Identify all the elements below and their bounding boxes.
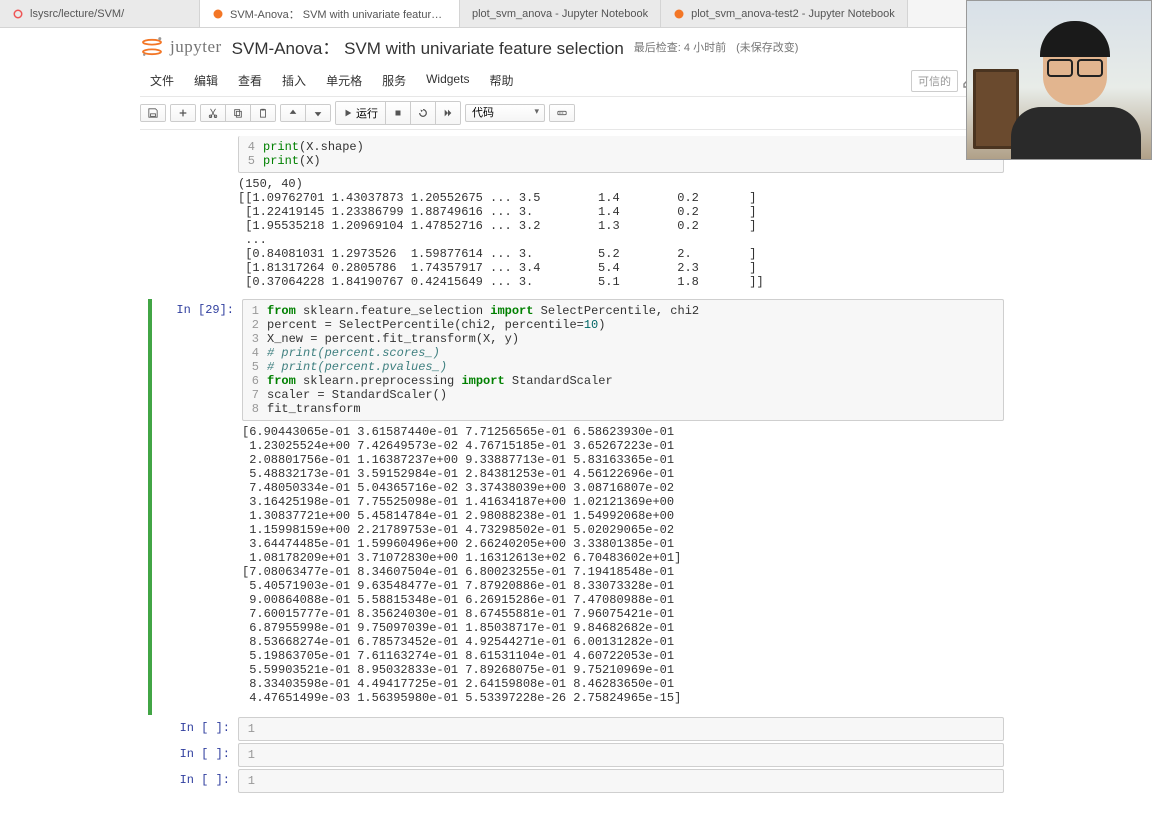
output-prompt [152, 421, 242, 713]
code-editor[interactable]: 1 [238, 743, 1004, 767]
autosave-status: (未保存改变) [736, 39, 798, 55]
menu-item[interactable]: Widgets [416, 67, 479, 94]
restart-button[interactable] [411, 102, 436, 124]
jupyter-tab-icon [212, 8, 224, 20]
jupyter-icon [140, 35, 164, 59]
cell-output: (150, 40) [[1.09762701 1.43037873 1.2055… [238, 173, 1004, 297]
cut-button[interactable] [201, 105, 226, 121]
notebook-container: 4 5 print(X.shape) print(X) (150, 40) [[… [140, 130, 1012, 835]
cell-output: [6.90443065e-01 3.61587440e-01 7.7125656… [242, 421, 1004, 713]
cell-type-select[interactable]: 代码 [465, 104, 545, 122]
add-cell-button[interactable] [171, 105, 195, 121]
tab-label: lsysrc/lecture/SVM/ [30, 8, 187, 20]
menu-list: 文件编辑查看插入单元格服务Widgets帮助 [140, 65, 523, 96]
input-prompt: In [ ]: [148, 743, 238, 767]
move-up-button[interactable] [281, 105, 306, 121]
tab-label: SVM-Anova： SVM with univariate feature s… [230, 6, 447, 22]
toolbar: 运行 代码 [140, 97, 1012, 130]
trusted-indicator[interactable]: 可信的 [911, 70, 958, 92]
move-down-button[interactable] [306, 105, 330, 121]
code-cell[interactable]: In [ ]:1 [148, 769, 1004, 793]
save-button[interactable] [141, 105, 165, 121]
circle-tab-icon [12, 8, 24, 20]
code-cell[interactable]: In [29]:1 2 3 4 5 6 7 8 from sklearn.fea… [148, 299, 1004, 715]
menu-item[interactable]: 查看 [228, 67, 272, 94]
input-prompt: In [29]: [152, 299, 242, 421]
jupyter-tab-icon [673, 8, 685, 20]
browser-tab[interactable]: plot_svm_anova-test2 - Jupyter Notebook [661, 0, 908, 27]
menu-item[interactable]: 单元格 [316, 67, 372, 94]
input-prompt: In [ ]: [148, 769, 238, 793]
menu-item[interactable]: 文件 [140, 67, 184, 94]
tab-label: plot_svm_anova - Jupyter Notebook [472, 8, 648, 20]
notebook-header: jupyter SVM-Anova： SVM with univariate f… [140, 28, 1012, 65]
interrupt-button[interactable] [386, 102, 411, 124]
input-prompt: In [ ]: [148, 717, 238, 741]
menu-bar: 文件编辑查看插入单元格服务Widgets帮助 可信的 Pyth [140, 65, 1012, 97]
checkpoint-status: 最后检查: 4 小时前 [634, 39, 726, 55]
output-prompt [148, 173, 238, 297]
run-button[interactable]: 运行 [336, 102, 386, 124]
jupyter-logo[interactable]: jupyter [140, 35, 222, 59]
menu-item[interactable]: 服务 [372, 67, 416, 94]
menu-item[interactable]: 帮助 [479, 67, 523, 94]
code-cell[interactable]: In [ ]:1 [148, 717, 1004, 741]
browser-tab[interactable]: lsysrc/lecture/SVM/ [0, 0, 200, 27]
paste-button[interactable] [251, 105, 275, 121]
webcam-overlay [966, 0, 1152, 160]
code-editor[interactable]: 1 [238, 717, 1004, 741]
menu-item[interactable]: 插入 [272, 67, 316, 94]
copy-button[interactable] [226, 105, 251, 121]
tab-label: plot_svm_anova-test2 - Jupyter Notebook [691, 8, 895, 20]
browser-tab[interactable]: SVM-Anova： SVM with univariate feature s… [200, 0, 460, 27]
restart-run-all-button[interactable] [436, 102, 460, 124]
browser-tab[interactable]: plot_svm_anova - Jupyter Notebook [460, 0, 661, 27]
code-cell[interactable]: In [ ]:1 [148, 743, 1004, 767]
code-cell[interactable]: 4 5 print(X.shape) print(X) (150, 40) [[… [148, 136, 1004, 297]
menu-item[interactable]: 编辑 [184, 67, 228, 94]
code-editor[interactable]: 1 [238, 769, 1004, 793]
jupyter-logo-text: jupyter [170, 37, 222, 57]
code-editor[interactable]: 1 2 3 4 5 6 7 8 from sklearn.feature_sel… [242, 299, 1004, 421]
input-prompt [148, 136, 238, 173]
code-editor[interactable]: 4 5 print(X.shape) print(X) [238, 136, 1004, 173]
notebook-title[interactable]: SVM-Anova： SVM with univariate feature s… [232, 34, 624, 59]
command-palette-button[interactable] [550, 105, 574, 121]
